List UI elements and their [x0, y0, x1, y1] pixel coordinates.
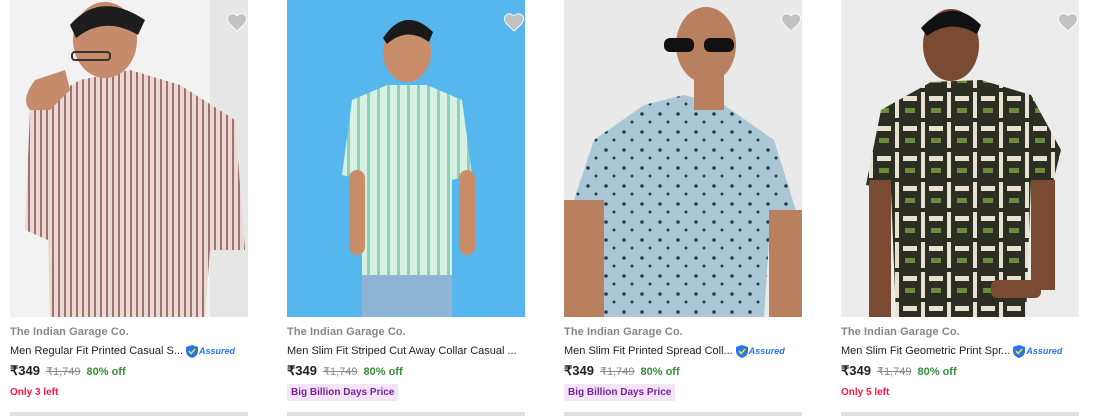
wishlist-heart-icon[interactable] [780, 12, 802, 32]
discount: 80% off [917, 366, 957, 378]
brand-name: The Indian Garage Co. [841, 326, 960, 338]
price: ₹349 [10, 363, 40, 378]
assured-badge: Assured [186, 344, 236, 358]
product-title[interactable]: Men Slim Fit Printed Spread Coll... [564, 345, 733, 357]
wishlist-heart-icon[interactable] [1057, 12, 1079, 32]
price: ₹349 [287, 363, 317, 378]
product-title[interactable]: Men Regular Fit Printed Casual S... [10, 345, 183, 357]
product-image[interactable] [841, 0, 1079, 317]
mrp: ₹1,749 [876, 366, 912, 378]
sale-tag: Big Billion Days Price [564, 384, 676, 401]
mrp: ₹1,749 [45, 366, 81, 378]
assured-label: Assured [199, 346, 236, 356]
discount: 80% off [86, 366, 126, 378]
shield-icon [735, 344, 748, 358]
next-row-image [287, 412, 525, 416]
next-row-image [564, 412, 802, 416]
brand-name: The Indian Garage Co. [287, 326, 406, 338]
product-image[interactable] [287, 0, 525, 317]
product-card[interactable]: The Indian Garage Co. Men Slim Fit Print… [564, 0, 802, 416]
next-row-image [10, 412, 248, 416]
assured-badge: Assured [735, 344, 785, 358]
next-row-image [841, 412, 1079, 416]
price: ₹349 [564, 363, 594, 378]
product-image[interactable] [564, 0, 802, 317]
mrp: ₹1,749 [322, 366, 358, 378]
product-card[interactable]: The Indian Garage Co. Men Slim Fit Strip… [287, 0, 525, 416]
wishlist-heart-icon[interactable] [503, 12, 525, 32]
product-image[interactable] [10, 0, 248, 317]
product-title[interactable]: Men Slim Fit Geometric Print Spr... [841, 345, 1010, 357]
assured-badge: Assured [1013, 344, 1063, 358]
shield-icon [1013, 344, 1026, 358]
assured-label: Assured [1026, 346, 1063, 356]
assured-label: Assured [748, 346, 785, 356]
price: ₹349 [841, 363, 871, 378]
discount: 80% off [640, 366, 680, 378]
brand-name: The Indian Garage Co. [564, 326, 683, 338]
brand-name: The Indian Garage Co. [10, 326, 129, 338]
product-card[interactable]: The Indian Garage Co. Men Regular Fit Pr… [10, 0, 248, 416]
stock-note: Only 5 left [841, 387, 890, 398]
product-card[interactable]: The Indian Garage Co. Men Slim Fit Geome… [841, 0, 1079, 416]
mrp: ₹1,749 [599, 366, 635, 378]
discount: 80% off [363, 366, 403, 378]
stock-note: Only 3 left [10, 387, 59, 398]
shield-icon [186, 344, 199, 358]
sale-tag: Big Billion Days Price [287, 384, 399, 401]
product-title[interactable]: Men Slim Fit Striped Cut Away Collar Cas… [287, 345, 517, 357]
wishlist-heart-icon[interactable] [226, 12, 248, 32]
